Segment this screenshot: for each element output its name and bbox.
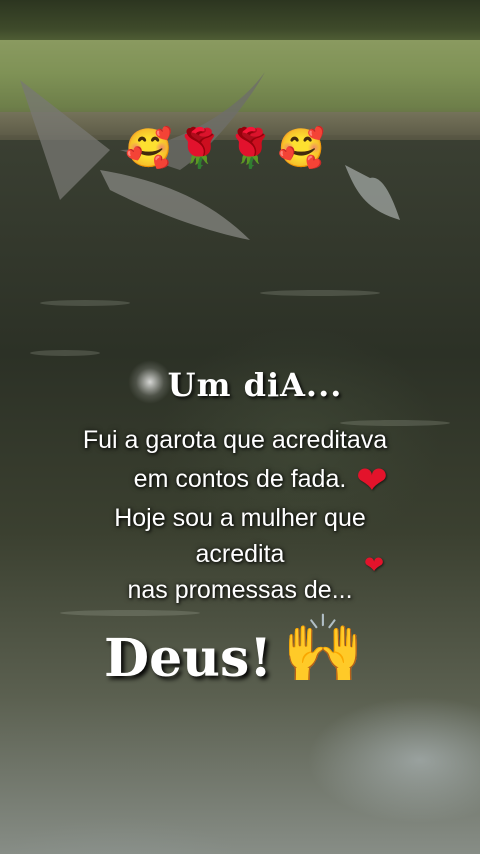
water-ripple xyxy=(30,350,100,356)
water-ripple xyxy=(40,300,130,306)
heart-icon: ❤ xyxy=(364,551,385,579)
closing-word: Deus! xyxy=(104,628,273,689)
message-line: Hoje sou a mulher que xyxy=(114,504,366,532)
raising-hands-icon: 🙌 xyxy=(282,610,365,687)
message-line: acredita xyxy=(195,540,285,568)
video-frame: 🥰 🌹 🌹 🥰 Um diA... Fui a garota que acred… xyxy=(0,0,480,854)
rose-icon: 🌹 xyxy=(175,126,224,170)
message-line: nas promessas de... xyxy=(127,576,353,604)
message-line: Fui a garota que acreditava xyxy=(82,426,388,454)
water-ripple xyxy=(260,290,380,296)
water-ripple xyxy=(60,610,200,616)
bird-reflection xyxy=(345,165,400,220)
smiling-face-with-hearts-icon: 🥰 xyxy=(277,126,325,170)
emoji-row: 🥰 🌹 🌹 🥰 xyxy=(125,122,325,174)
heart-icon: ❤ xyxy=(356,458,388,502)
smiling-face-with-hearts-icon: 🥰 xyxy=(125,126,173,170)
heading-text: Um diA... xyxy=(167,366,343,404)
rose-icon: 🌹 xyxy=(226,126,275,170)
message-line: em contos de fada. xyxy=(133,465,347,493)
